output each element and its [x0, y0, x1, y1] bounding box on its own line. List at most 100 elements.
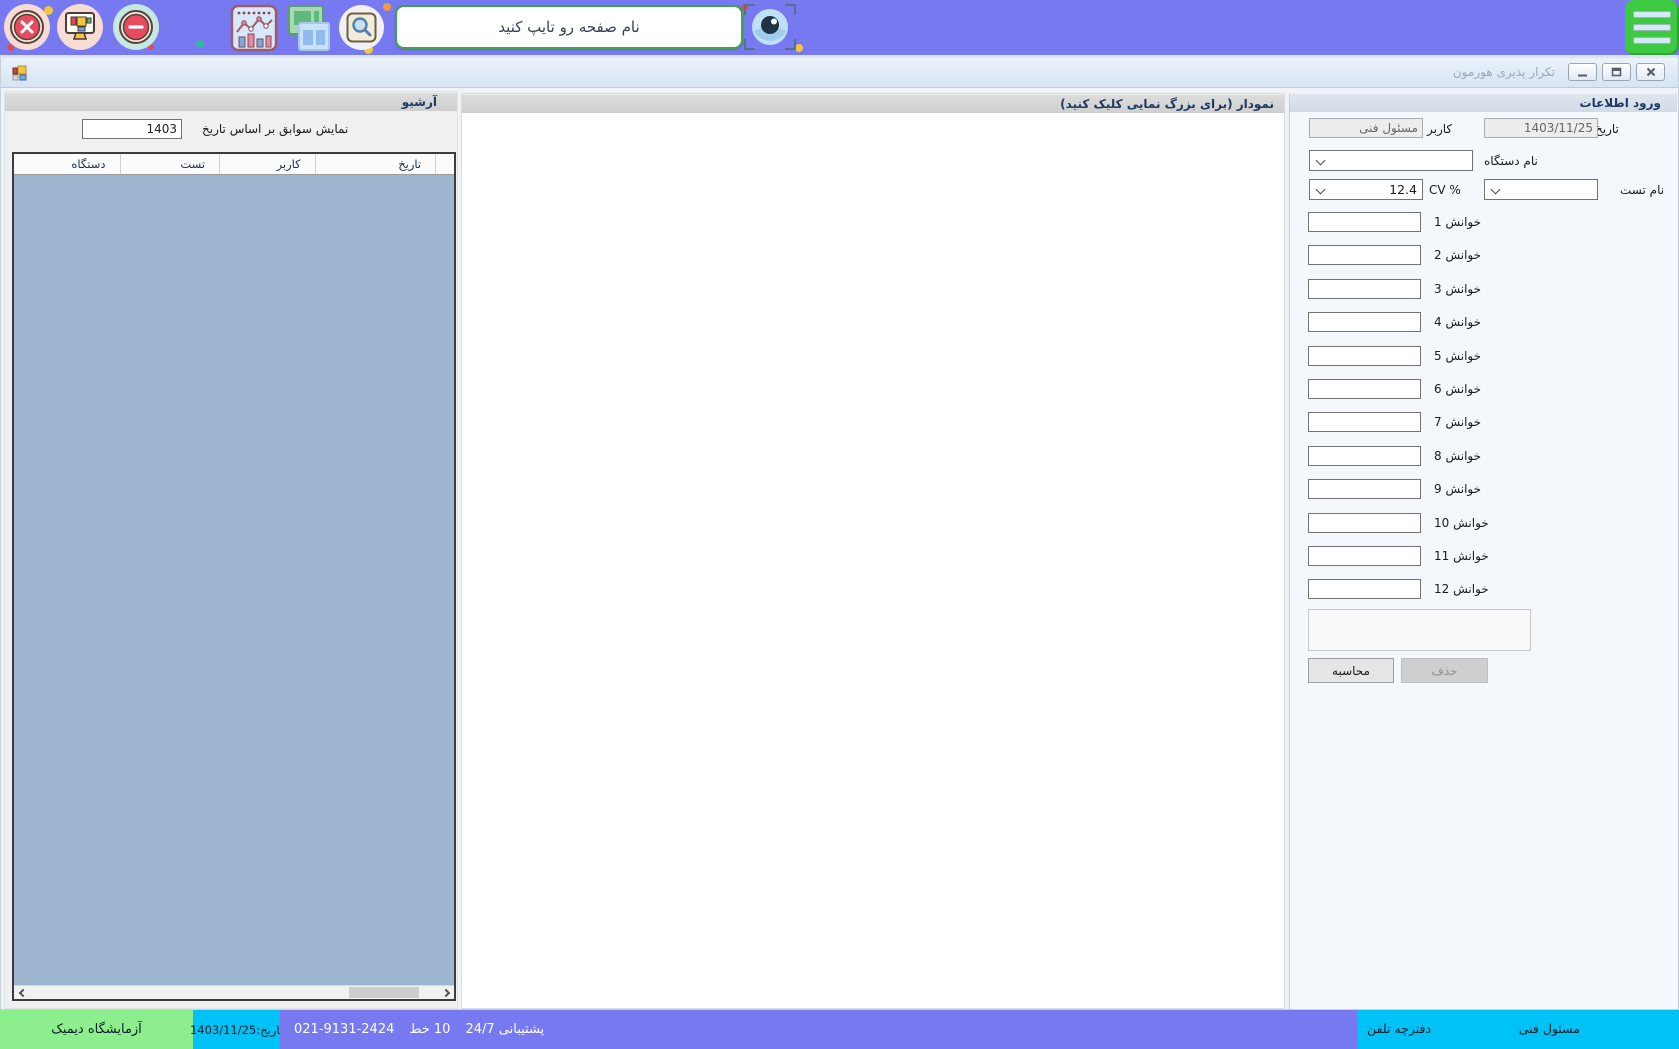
user-field	[1309, 118, 1423, 138]
status-support-segment: پشتیبانی 24/7 10 خط 021-9131-2424	[280, 1010, 1357, 1049]
minimize-glyph-icon	[1577, 68, 1588, 77]
result-textarea[interactable]	[1308, 609, 1531, 651]
page-search-input[interactable]	[395, 5, 743, 49]
readings-list: خوانش 1 خوانش 2 خوانش 3 خوانش 4 خوانش 5 خوانش…	[1308, 212, 1489, 599]
chart-panel: نمودار (برای بزرگ نمایی کلیک کنید)	[461, 93, 1285, 1009]
desktop-view-button[interactable]	[57, 4, 103, 50]
reading-row: خوانش 7	[1308, 412, 1489, 432]
reading-row: خوانش 6	[1308, 379, 1489, 399]
archive-panel-title: آرشیو	[402, 95, 437, 109]
hamburger-menu-icon	[1633, 11, 1671, 18]
archive-grid-body[interactable]	[14, 175, 454, 985]
reading-input-10[interactable]	[1308, 513, 1421, 533]
device-name-combobox[interactable]	[1309, 150, 1473, 171]
monitor-icon	[62, 10, 98, 44]
column-header-device[interactable]: دستگاه	[14, 154, 121, 174]
reading-input-8[interactable]	[1308, 446, 1421, 466]
reading-label-4: خوانش 4	[1434, 315, 1481, 329]
delete-button[interactable]: حذف	[1401, 658, 1488, 683]
cv-percent-label: CV %	[1429, 183, 1461, 197]
support-phone: 021-9131-2424	[294, 1022, 394, 1037]
minimize-app-button[interactable]	[113, 4, 159, 50]
close-icon	[8, 8, 46, 46]
hamburger-menu-button[interactable]	[1625, 0, 1679, 55]
window-close-button[interactable]	[1636, 63, 1665, 81]
date-field	[1484, 118, 1598, 138]
maximize-glyph-icon	[1611, 67, 1622, 77]
reading-input-3[interactable]	[1308, 279, 1421, 299]
scrollbar-thumb[interactable]	[349, 987, 419, 998]
reading-label-10: خوانش 10	[1434, 516, 1489, 530]
eye-scan-button[interactable]	[744, 4, 796, 50]
cv-percent-combobox[interactable]: 12.4	[1309, 179, 1423, 200]
cv-percent-value: 12.4	[1389, 182, 1417, 197]
zoom-shortcut-button[interactable]	[339, 5, 384, 50]
charts-shortcut-button[interactable]	[230, 4, 278, 52]
column-header-test[interactable]: تست	[121, 154, 221, 174]
role-link[interactable]: مسئول فنی	[1519, 1021, 1580, 1036]
status-lab-name-segment: آزمایشگاه دیمیک	[0, 1010, 193, 1049]
reading-input-7[interactable]	[1308, 412, 1421, 432]
reading-label-7: خوانش 7	[1434, 415, 1481, 429]
sparkle-dot	[383, 3, 391, 11]
reading-row: خوانش 3	[1308, 279, 1489, 299]
data-entry-panel: ورود اطلاعات تاریخ کاربر نام دستگاه نام …	[1289, 93, 1677, 1009]
column-header-user[interactable]: کاربر	[220, 154, 316, 174]
archive-year-filter-input[interactable]	[82, 119, 182, 139]
reading-label-5: خوانش 5	[1434, 349, 1481, 363]
archive-grid-header: دستگاه تست کاربر تاریخ	[14, 154, 454, 175]
magnifier-icon	[346, 12, 377, 43]
reading-row: خوانش 2	[1308, 245, 1489, 265]
windows-layout-icon	[283, 3, 333, 53]
sparkle-dot	[196, 40, 204, 48]
windows-shortcut-button[interactable]	[283, 3, 333, 53]
chevron-down-icon	[1491, 185, 1501, 195]
reading-label-9: خوانش 9	[1434, 482, 1481, 496]
reading-label-2: خوانش 2	[1434, 248, 1481, 262]
entry-panel-header: ورود اطلاعات	[1290, 93, 1677, 112]
scroll-right-arrow-icon[interactable]	[440, 986, 454, 999]
reading-input-9[interactable]	[1308, 479, 1421, 499]
chart-canvas[interactable]	[462, 113, 1284, 1008]
scroll-left-arrow-icon[interactable]	[14, 986, 28, 999]
reading-label-6: خوانش 6	[1434, 382, 1481, 396]
phonebook-link[interactable]: دفترچه تلفن	[1367, 1021, 1431, 1036]
chevron-down-icon	[1316, 185, 1326, 195]
test-name-combobox[interactable]	[1484, 179, 1598, 200]
reading-input-1[interactable]	[1308, 212, 1421, 232]
entry-panel-title: ورود اطلاعات	[1580, 96, 1661, 110]
chart-icon	[230, 4, 278, 52]
window-maximize-button[interactable]	[1602, 63, 1631, 81]
reading-input-5[interactable]	[1308, 346, 1421, 366]
window-minimize-button[interactable]	[1568, 63, 1597, 81]
reading-input-2[interactable]	[1308, 245, 1421, 265]
status-links-segment: دفترچه تلفن مسئول فنی	[1357, 1010, 1679, 1049]
close-app-button[interactable]	[4, 4, 50, 50]
reading-input-12[interactable]	[1308, 579, 1421, 599]
archive-grid[interactable]: دستگاه تست کاربر تاریخ	[12, 152, 456, 1001]
reading-label-11: خوانش 11	[1434, 549, 1489, 563]
device-name-label: نام دستگاه	[1484, 154, 1538, 168]
form-icon	[12, 65, 28, 81]
screen: تکرار پذیری هورمون	[0, 0, 1679, 1049]
archive-filter-label: نمایش سوابق بر اساس تاریخ	[202, 122, 348, 136]
reading-row: خوانش 4	[1308, 312, 1489, 332]
reading-input-11[interactable]	[1308, 546, 1421, 566]
archive-panel-header: آرشیو	[5, 92, 457, 111]
status-bar: آزمایشگاه دیمیک تاریخ:1403/11/25 پشتیبان…	[0, 1010, 1679, 1049]
reading-input-6[interactable]	[1308, 379, 1421, 399]
lab-name: آزمایشگاه دیمیک	[51, 1022, 142, 1037]
chevron-down-icon	[1316, 156, 1326, 166]
reading-row: خوانش 11	[1308, 546, 1489, 566]
search-box	[395, 5, 743, 49]
reading-input-4[interactable]	[1308, 312, 1421, 332]
user-label: کاربر	[1427, 122, 1452, 136]
reading-row: خوانش 8	[1308, 446, 1489, 466]
reading-label-1: خوانش 1	[1434, 215, 1481, 229]
reading-label-12: خوانش 12	[1434, 582, 1489, 596]
archive-grid-hscrollbar[interactable]	[14, 985, 454, 999]
column-header-date[interactable]: تاریخ	[316, 154, 436, 174]
reading-label-8: خوانش 8	[1434, 449, 1481, 463]
minimize-icon	[117, 8, 155, 46]
calculate-button[interactable]: محاسبه	[1308, 658, 1394, 683]
